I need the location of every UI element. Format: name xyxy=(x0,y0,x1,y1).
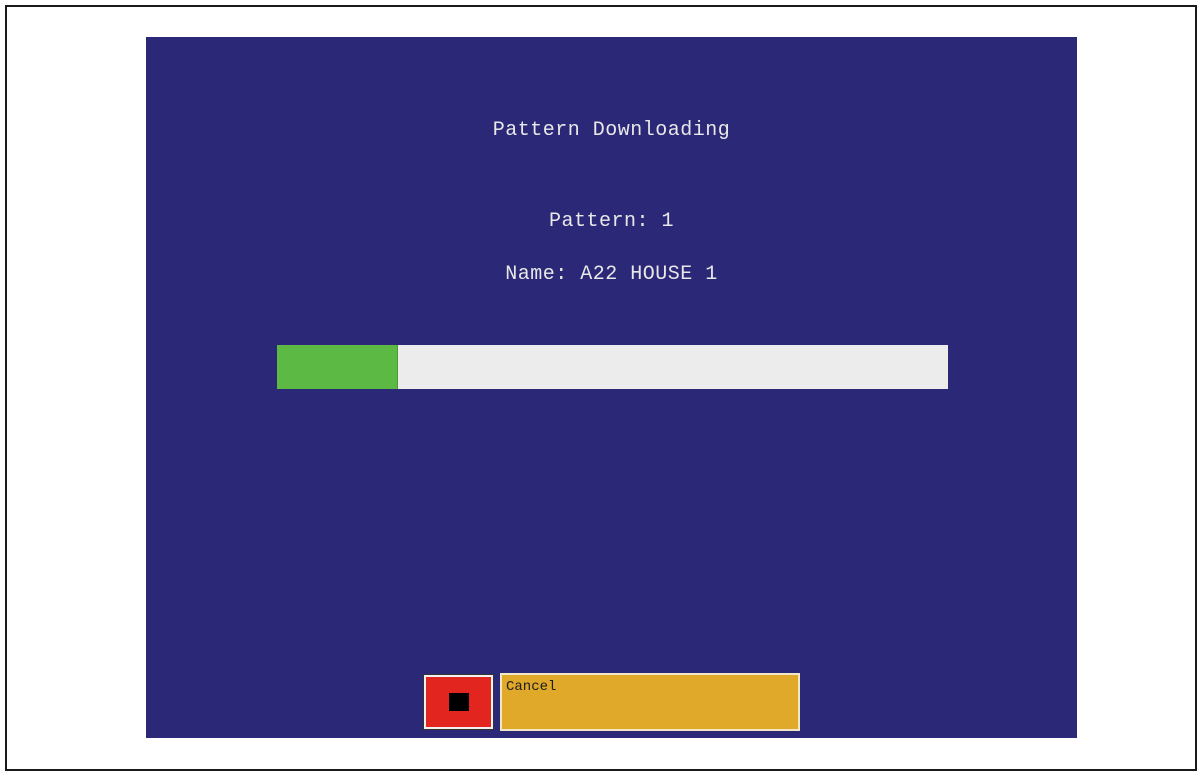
stop-icon xyxy=(449,693,469,711)
cancel-button[interactable]: Cancel xyxy=(500,673,800,731)
cancel-label: Cancel xyxy=(506,679,557,695)
download-progress-bar xyxy=(277,345,948,389)
pattern-number: Pattern: 1 xyxy=(548,210,675,233)
pattern-name: Name: A22 HOUSE 1 xyxy=(505,263,718,286)
stop-button[interactable] xyxy=(423,674,494,730)
screen-title: Pattern Downloading xyxy=(492,119,731,142)
progress-fill xyxy=(277,345,398,389)
download-screen: Pattern Downloading Pattern: 1 Name: A22… xyxy=(146,37,1077,738)
